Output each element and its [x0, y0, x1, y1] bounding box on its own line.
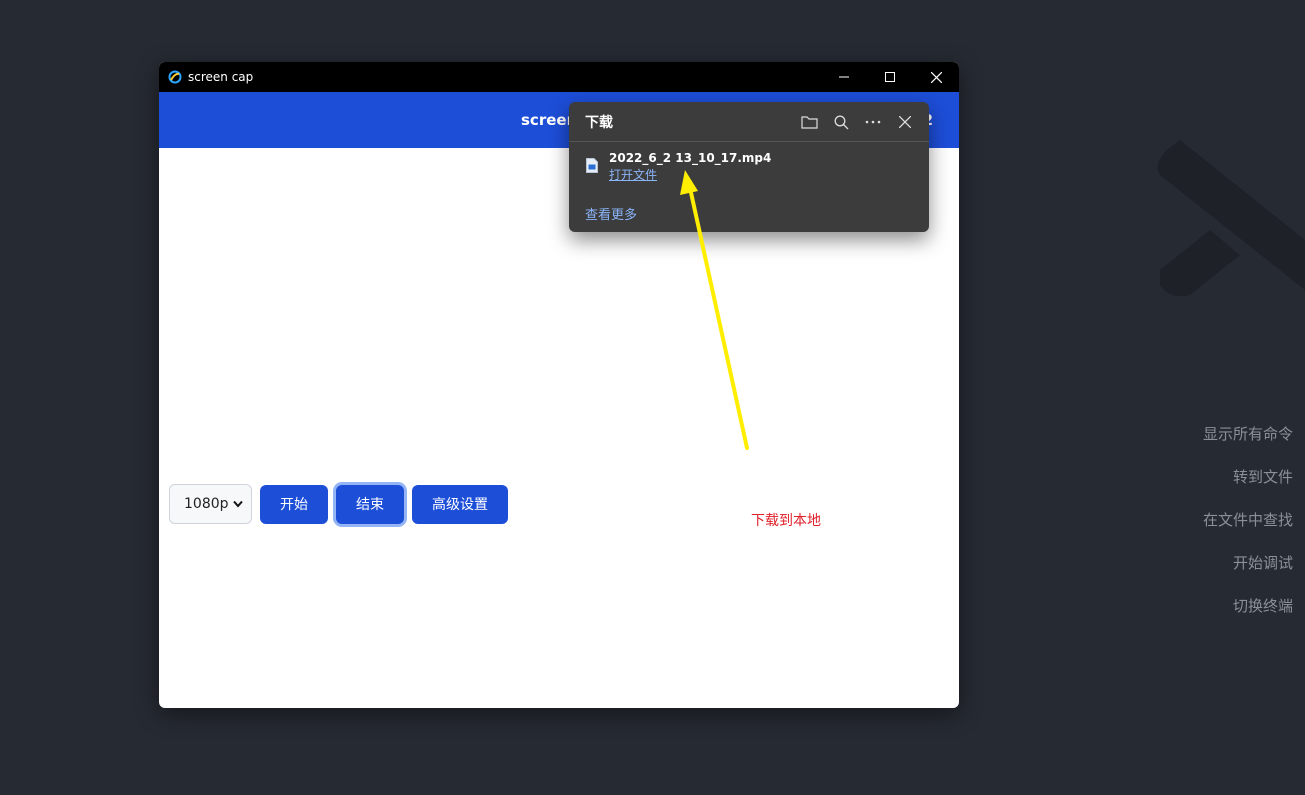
resolution-select-value: 1080p: [184, 496, 229, 512]
more-horizontal-icon: [865, 120, 881, 124]
video-file-icon: [586, 158, 598, 173]
recording-controls: 1080p 开始 结束 高级设置: [169, 484, 508, 524]
command-toggle-terminal[interactable]: 切换终端: [1203, 594, 1293, 637]
editor-command-hints: 显示所有命令 转到文件 在文件中查找 开始调试 切换终端: [1203, 422, 1293, 637]
minimize-button[interactable]: [821, 62, 867, 92]
window-titlebar[interactable]: screen cap: [159, 62, 959, 92]
close-icon: [930, 71, 942, 83]
resolution-select[interactable]: 1080p: [169, 484, 252, 524]
download-item[interactable]: 2022_6_2 13_10_17.mp4 打开文件: [569, 142, 929, 192]
command-show-all[interactable]: 显示所有命令: [1203, 422, 1293, 465]
command-go-to-file[interactable]: 转到文件: [1203, 465, 1293, 508]
search-icon: [834, 115, 848, 129]
open-downloads-folder-button[interactable]: [797, 110, 821, 134]
app-logo-icon: [168, 70, 182, 84]
maximize-button[interactable]: [867, 62, 913, 92]
download-file-name: 2022_6_2 13_10_17.mp4: [609, 151, 772, 165]
downloads-header: 下载: [569, 102, 929, 142]
folder-icon: [800, 116, 818, 129]
start-button[interactable]: 开始: [260, 484, 328, 524]
more-options-button[interactable]: [861, 110, 885, 134]
command-find-in-files[interactable]: 在文件中查找: [1203, 508, 1293, 551]
close-downloads-button[interactable]: [893, 110, 917, 134]
downloads-panel: 下载 2022_6_2 13_10_17.mp4 打开文件 查看更多: [569, 102, 929, 232]
close-button[interactable]: [913, 62, 959, 92]
chevron-down-icon: [233, 500, 243, 508]
editor-watermark-logo: [1150, 120, 1305, 310]
stop-button[interactable]: 结束: [336, 484, 404, 524]
annotation-label: 下载到本地: [751, 513, 821, 529]
search-downloads-button[interactable]: [829, 110, 853, 134]
minimize-icon: [839, 76, 849, 78]
command-start-debugging[interactable]: 开始调试: [1203, 551, 1293, 594]
maximize-icon: [885, 72, 895, 82]
close-icon: [899, 116, 911, 128]
advanced-settings-button[interactable]: 高级设置: [412, 484, 508, 524]
window-title: screen cap: [188, 70, 254, 84]
see-more-link[interactable]: 查看更多: [585, 204, 637, 223]
downloads-title: 下载: [585, 114, 613, 131]
open-file-link[interactable]: 打开文件: [609, 166, 657, 183]
